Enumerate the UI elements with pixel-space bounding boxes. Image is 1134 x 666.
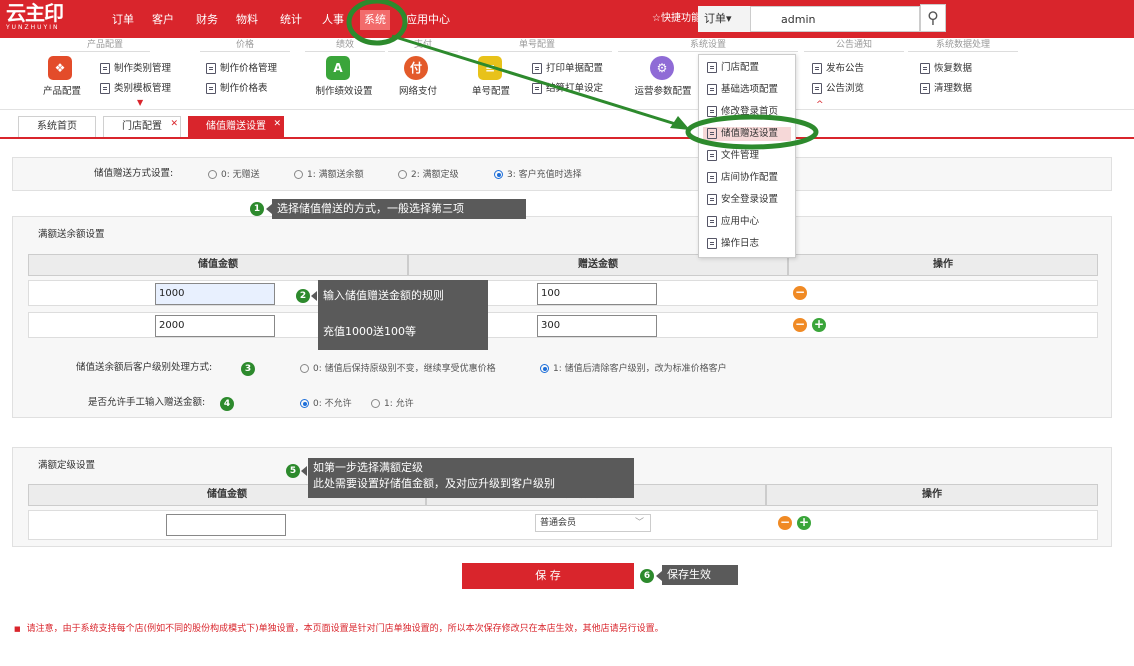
- tip-pointer: [311, 291, 317, 301]
- step-badge: 4: [220, 397, 234, 411]
- tip-step-1: 选择储值僧送的方式，一般选择第三项: [272, 199, 526, 219]
- step-badge: 6: [640, 569, 654, 583]
- step-badge: 5: [286, 464, 300, 478]
- step-badge: 1: [250, 202, 264, 216]
- tip-step-2: 输入储值赠送金额的规则 充值1000送100等: [318, 280, 488, 350]
- tip-pointer: [301, 466, 307, 476]
- step-badge: 2: [296, 289, 310, 303]
- annotation-arrow: [391, 34, 683, 128]
- tip-step-6: 保存生效: [662, 565, 738, 585]
- annotation-overlay: [346, 0, 819, 150]
- highlight-ellipse-menu: [685, 114, 819, 150]
- step-badge: 3: [241, 362, 255, 376]
- tip-step-5: 如第一步选择满额定级 此处需要设置好储值金额，及对应升级到客户级别: [308, 458, 634, 498]
